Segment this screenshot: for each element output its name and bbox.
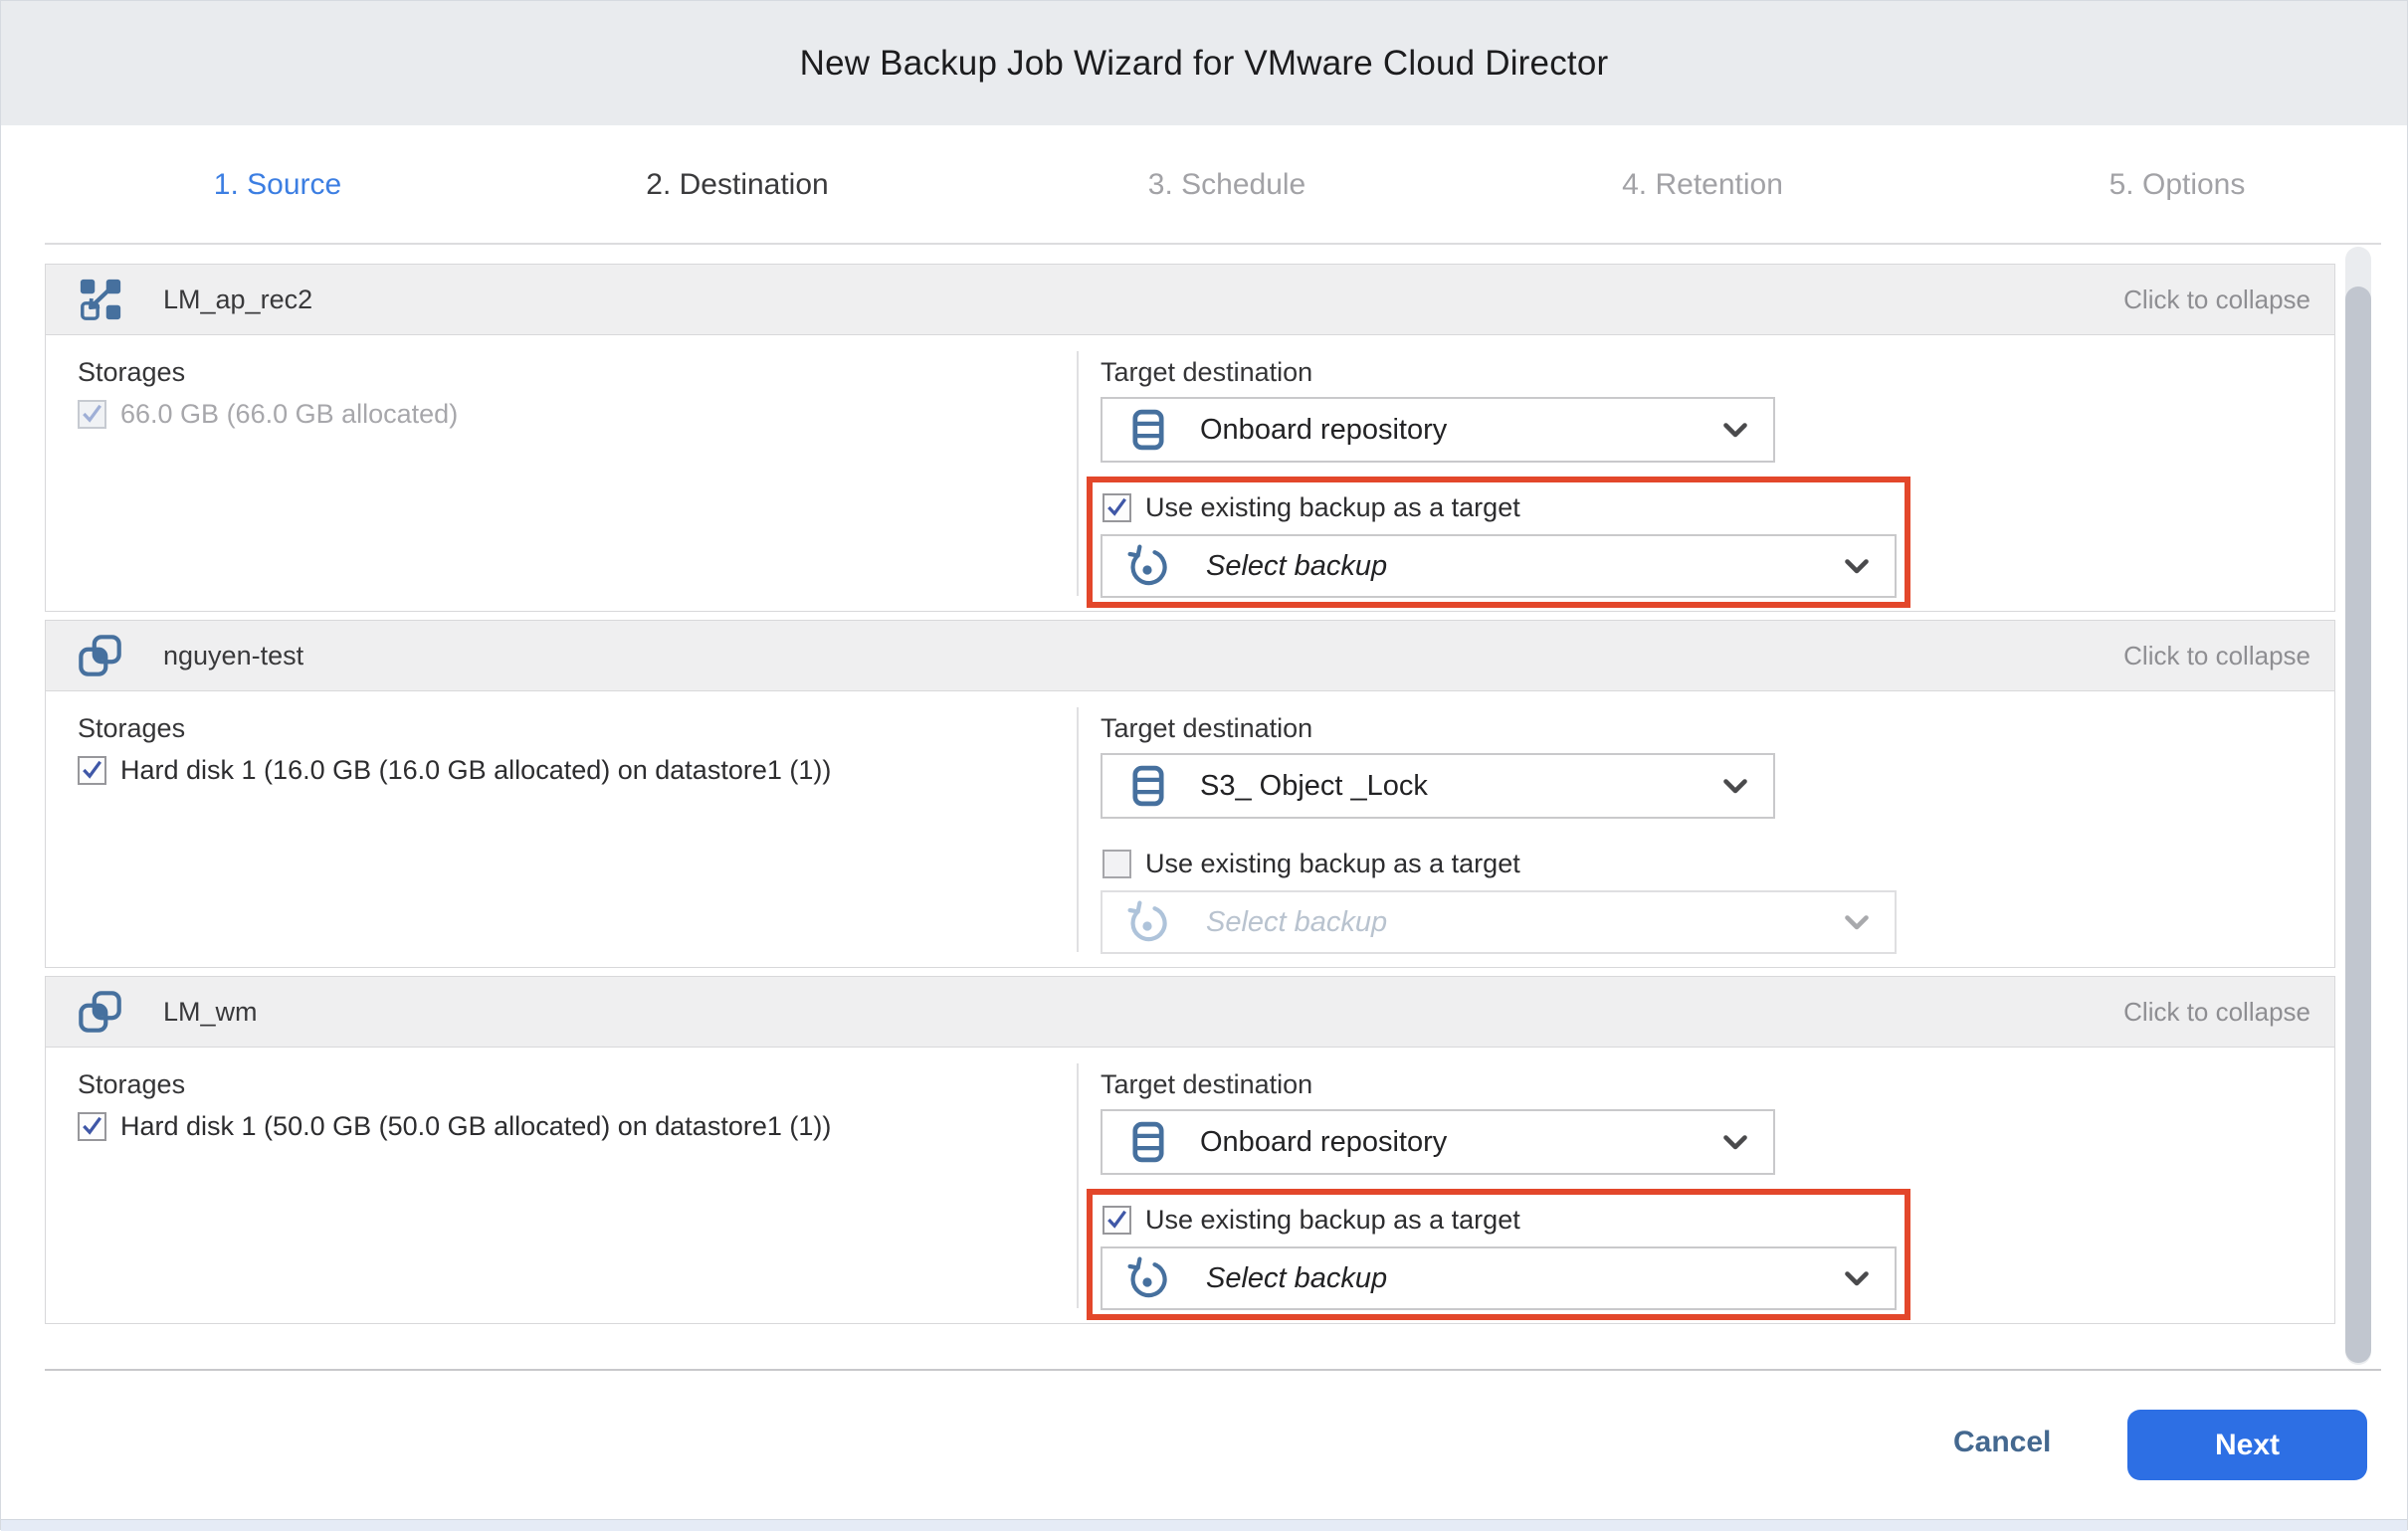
use-existing-backup-option: Use existing backup as a target	[1103, 492, 1520, 523]
section-lm-ap-rec2: LM_ap_rec2 Click to collapse Storages 66…	[45, 264, 2335, 612]
storage-label: Hard disk 1 (50.0 GB (50.0 GB allocated)…	[120, 1111, 831, 1142]
section-header-nguyen-test[interactable]: nguyen-test Click to collapse	[45, 620, 2335, 691]
storage-checkbox	[78, 400, 106, 429]
section-lm-wm: LM_wm Click to collapse Storages Hard di…	[45, 976, 2335, 1324]
storage-checkbox[interactable]	[78, 756, 106, 785]
use-existing-backup-option: Use existing backup as a target	[1103, 1205, 1520, 1236]
backup-restore-icon	[1124, 899, 1170, 945]
target-destination-value: Onboard repository	[1200, 414, 1447, 447]
chevron-down-icon	[1845, 1271, 1869, 1286]
select-backup-placeholder: Select backup	[1206, 550, 1387, 583]
select-backup-placeholder: Select backup	[1206, 906, 1387, 939]
storage-item: Hard disk 1 (50.0 GB (50.0 GB allocated)…	[78, 1111, 831, 1142]
section-body: Storages Hard disk 1 (50.0 GB (50.0 GB a…	[45, 1048, 2335, 1324]
target-destination-dropdown[interactable]: S3_ Object _Lock	[1101, 753, 1775, 819]
section-header-lm-wm[interactable]: LM_wm Click to collapse	[45, 976, 2335, 1048]
repository-icon	[1132, 1121, 1164, 1163]
wizard-title: New Backup Job Wizard for VMware Cloud D…	[800, 44, 1609, 84]
target-destination-dropdown[interactable]: Onboard repository	[1101, 1109, 1775, 1175]
backup-restore-icon	[1124, 1255, 1170, 1301]
section-body: Storages Hard disk 1 (16.0 GB (16.0 GB a…	[45, 691, 2335, 968]
storage-label: 66.0 GB (66.0 GB allocated)	[120, 399, 458, 430]
chevron-down-icon	[1845, 915, 1869, 930]
section-name: LM_wm	[163, 997, 258, 1028]
scroll-area-top-border	[45, 243, 2381, 245]
wizard-steps: 1. Source 2. Destination 3. Schedule 4. …	[1, 125, 2407, 243]
chevron-down-icon	[1723, 1135, 1747, 1150]
chevron-down-icon	[1723, 779, 1747, 794]
storage-label: Hard disk 1 (16.0 GB (16.0 GB allocated)…	[120, 755, 831, 786]
tab-schedule: 3. Schedule	[1148, 168, 1305, 202]
section-header-lm-ap-rec2[interactable]: LM_ap_rec2 Click to collapse	[45, 264, 2335, 335]
column-divider	[1077, 707, 1079, 952]
tab-destination[interactable]: 2. Destination	[646, 168, 828, 202]
vapp-recovered-icon	[78, 277, 123, 322]
scroll-area-bottom-border	[45, 1369, 2381, 1371]
select-backup-placeholder: Select backup	[1206, 1262, 1387, 1295]
title-bar: New Backup Job Wizard for VMware Cloud D…	[1, 1, 2407, 125]
storage-checkbox[interactable]	[78, 1112, 106, 1141]
storage-item: Hard disk 1 (16.0 GB (16.0 GB allocated)…	[78, 755, 831, 786]
use-existing-checkbox[interactable]	[1103, 493, 1131, 522]
storages-label: Storages	[78, 1069, 185, 1100]
use-existing-label: Use existing backup as a target	[1145, 1205, 1520, 1236]
repository-icon	[1132, 409, 1164, 451]
tab-source[interactable]: 1. Source	[214, 168, 341, 202]
use-existing-label: Use existing backup as a target	[1145, 849, 1520, 879]
use-existing-backup-option: Use existing backup as a target	[1103, 849, 1520, 879]
chevron-down-icon	[1723, 423, 1747, 438]
chevron-down-icon	[1845, 559, 1869, 574]
column-divider	[1077, 1063, 1079, 1308]
collapse-hint[interactable]: Click to collapse	[2123, 285, 2310, 315]
use-existing-label: Use existing backup as a target	[1145, 492, 1520, 523]
storage-item: 66.0 GB (66.0 GB allocated)	[78, 399, 458, 430]
collapse-hint[interactable]: Click to collapse	[2123, 997, 2310, 1028]
collapse-hint[interactable]: Click to collapse	[2123, 641, 2310, 671]
column-divider	[1077, 351, 1079, 596]
wizard-window: New Backup Job Wizard for VMware Cloud D…	[0, 0, 2408, 1530]
window-bottom-edge	[1, 1519, 2407, 1531]
next-button[interactable]: Next	[2127, 1410, 2367, 1480]
target-destination-label: Target destination	[1101, 357, 1312, 388]
storages-label: Storages	[78, 713, 185, 744]
target-destination-value: Onboard repository	[1200, 1126, 1447, 1159]
scrollbar-thumb[interactable]	[2345, 287, 2371, 1363]
storages-label: Storages	[78, 357, 185, 388]
section-name: LM_ap_rec2	[163, 285, 312, 315]
section-body: Storages 66.0 GB (66.0 GB allocated) Tar…	[45, 335, 2335, 612]
target-destination-label: Target destination	[1101, 713, 1312, 744]
use-existing-checkbox[interactable]	[1103, 1206, 1131, 1235]
select-backup-dropdown[interactable]: Select backup	[1101, 1246, 1897, 1310]
section-nguyen-test: nguyen-test Click to collapse Storages H…	[45, 620, 2335, 968]
target-destination-dropdown[interactable]: Onboard repository	[1101, 397, 1775, 463]
select-backup-dropdown[interactable]: Select backup	[1101, 534, 1897, 598]
target-destination-value: S3_ Object _Lock	[1200, 770, 1428, 803]
section-name: nguyen-test	[163, 641, 303, 671]
target-destination-label: Target destination	[1101, 1069, 1312, 1100]
backup-restore-icon	[1124, 543, 1170, 589]
repository-icon	[1132, 765, 1164, 807]
select-backup-dropdown: Select backup	[1101, 890, 1897, 954]
tab-retention: 4. Retention	[1622, 168, 1783, 202]
vapp-icon	[78, 633, 123, 678]
use-existing-checkbox[interactable]	[1103, 850, 1131, 878]
tab-options: 5. Options	[2109, 168, 2246, 202]
vapp-icon	[78, 989, 123, 1035]
cancel-button[interactable]: Cancel	[1953, 1426, 2051, 1459]
